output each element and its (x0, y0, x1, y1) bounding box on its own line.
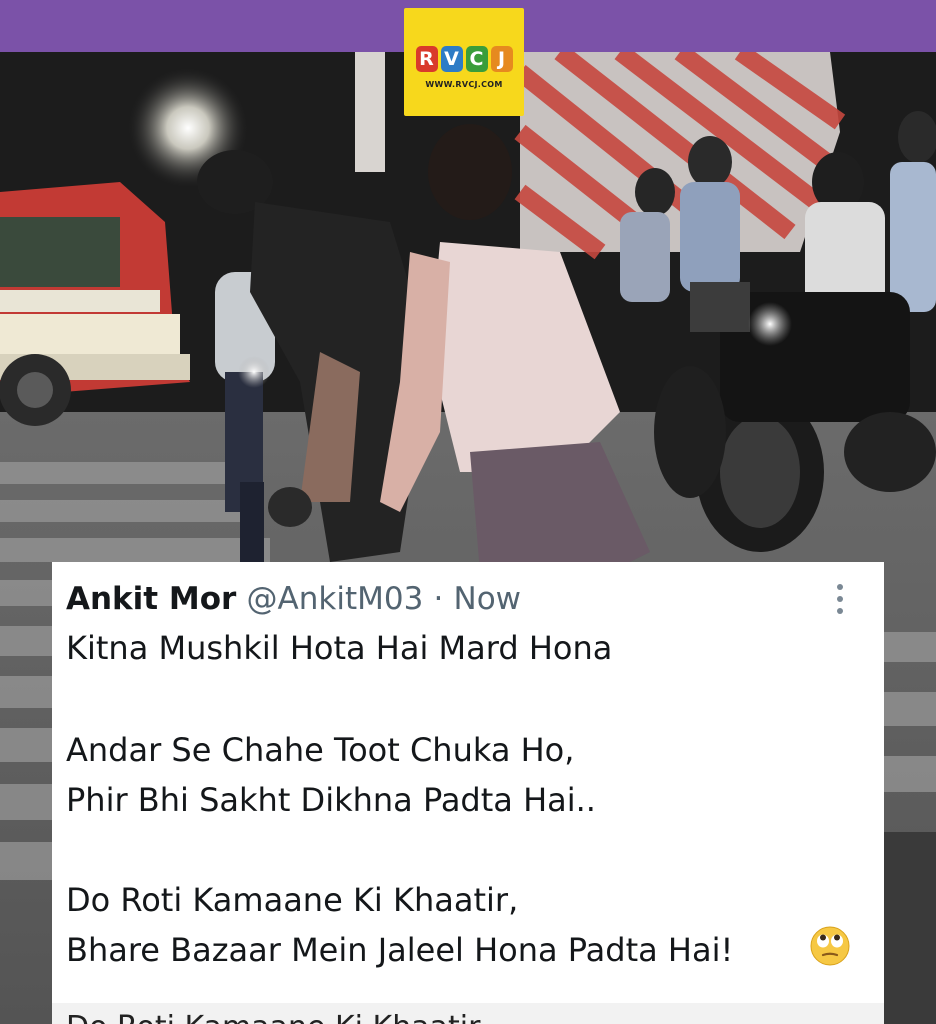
more-dot (837, 596, 843, 602)
overflow-text: Do Roti Kamaane Ki Khaatir (66, 1011, 480, 1024)
tweet-line: Phir Bhi Sakht Dikhna Padta Hai.. (66, 781, 596, 819)
tweet-header: Ankit Mor @AnkitM03 · Now (66, 578, 521, 618)
tweet-line: Do Roti Kamaane Ki Khaatir, (66, 881, 519, 919)
rolling-eyes-emoji-icon (810, 926, 850, 966)
meta-separator: · (433, 581, 444, 617)
logo-letter-v: V (440, 46, 463, 72)
author-name[interactable]: Ankit Mor (66, 581, 236, 617)
more-dot (837, 608, 843, 614)
logo-letter-c: C (465, 46, 488, 72)
tweet-time: Now (453, 581, 522, 617)
author-handle[interactable]: @AnkitM03 (247, 581, 424, 617)
logo-letters: R V C J (414, 46, 514, 74)
tweet-line: Andar Se Chahe Toot Chuka Ho, (66, 731, 575, 769)
more-dot (837, 584, 843, 590)
tweet-line: Kitna Mushkil Hota Hai Mard Hona (66, 629, 613, 667)
rvcj-logo: R V C J WWW.RVCJ.COM (404, 8, 524, 116)
tweet-line: Bhare Bazaar Mein Jaleel Hona Padta Hai! (66, 931, 734, 969)
logo-url: WWW.RVCJ.COM (425, 80, 503, 89)
tweet-card: Ankit Mor @AnkitM03 · Now Kitna Mushkil … (52, 562, 884, 1003)
logo-letter-j: J (490, 46, 513, 72)
logo-letter-r: R (415, 46, 438, 72)
bottom-overflow-strip: Do Roti Kamaane Ki Khaatir (52, 1003, 884, 1024)
more-options-icon[interactable] (832, 584, 848, 618)
